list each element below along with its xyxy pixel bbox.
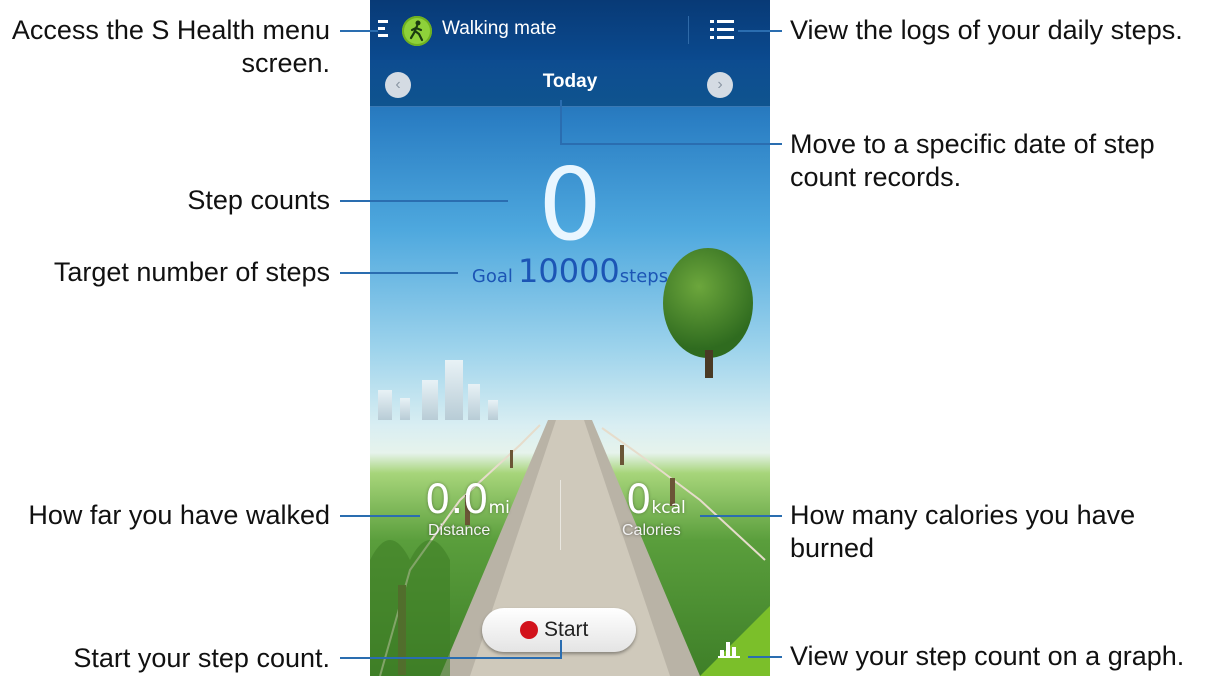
city-skyline <box>370 360 540 420</box>
leader-start-vertical <box>560 640 562 658</box>
walking-figure-icon <box>402 16 432 46</box>
annotation-graph: View your step count on a graph. <box>790 641 1185 671</box>
goal-unit: steps <box>619 266 669 287</box>
calories-unit: kcal <box>651 498 686 518</box>
bar-graph-icon[interactable] <box>718 638 740 658</box>
annotation-start: Start your step count. <box>73 643 330 673</box>
leader-date-vertical <box>560 100 562 144</box>
header-divider <box>688 16 689 44</box>
annotation-logs: View the logs of your daily steps. <box>790 15 1183 45</box>
step-count: 0 <box>538 146 602 263</box>
annotation-menu-line2: screen. <box>241 48 330 78</box>
distance-number: 0.0 <box>425 477 489 523</box>
menu-icon[interactable] <box>378 20 388 42</box>
calories-label: Calories <box>622 522 681 539</box>
leader-start <box>340 657 562 659</box>
leader-logs <box>738 30 782 32</box>
tree-trunk <box>705 350 713 378</box>
record-dot-icon <box>520 621 538 639</box>
calories-number: 0 <box>626 477 652 523</box>
annotation-distance: How far you have walked <box>28 500 330 530</box>
start-label: Start <box>544 618 589 641</box>
leader-distance <box>340 515 420 517</box>
chevron-right-icon[interactable]: › <box>707 72 733 98</box>
leader-graph <box>748 656 782 658</box>
goal-display[interactable]: Goal 10000steps <box>370 252 770 290</box>
start-button[interactable]: Start <box>482 608 636 652</box>
annotation-menu-line1: Access the S Health menu <box>11 15 330 45</box>
stats-divider <box>560 480 561 550</box>
annotation-calories: How many calories you have burned <box>790 499 1135 565</box>
date-navigation: ‹ Today › <box>370 60 770 107</box>
annotation-menu: Access the S Health menu screen. <box>0 14 330 80</box>
app-header: Walking mate <box>370 0 770 60</box>
distance-label: Distance <box>428 522 491 539</box>
leader-calories <box>700 515 782 517</box>
list-icon[interactable] <box>710 20 734 40</box>
goal-label: Goal <box>471 266 513 287</box>
annotation-date-line2: count records. <box>790 162 962 192</box>
leader-step-counts <box>340 200 508 202</box>
annotation-date: Move to a specific date of step count re… <box>790 128 1155 194</box>
phone-screen: Walking mate ‹ Today › 0 Goal 10000steps… <box>370 0 770 676</box>
app-title: Walking mate <box>442 18 557 39</box>
leader-date <box>560 143 782 145</box>
distance-unit: mi <box>488 498 510 518</box>
annotation-date-line1: Move to a specific date of step <box>790 129 1155 159</box>
annotation-calories-line2: burned <box>790 533 875 563</box>
annotation-target: Target number of steps <box>53 257 330 287</box>
goal-value: 10000 <box>517 252 620 290</box>
leader-menu <box>340 30 378 32</box>
annotation-calories-line1: How many calories you have <box>790 500 1136 530</box>
annotation-step-counts: Step counts <box>187 185 330 215</box>
leader-target <box>340 272 458 274</box>
